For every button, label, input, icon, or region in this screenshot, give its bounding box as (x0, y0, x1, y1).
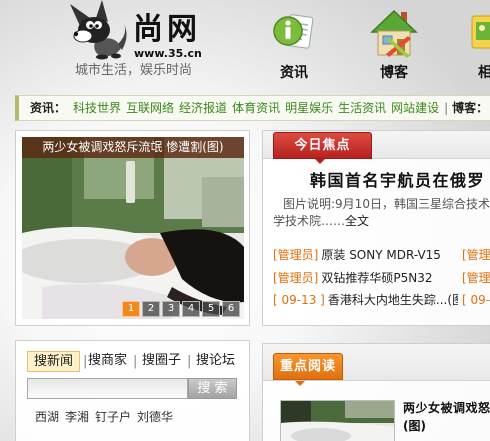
tab-pointer (295, 381, 305, 386)
item-tag[interactable]: [管理员] (273, 248, 318, 262)
list-item[interactable]: [管理员] 原装 SONY MDR-V15 (273, 248, 458, 263)
channel-link-stars[interactable]: 明星娱乐 (285, 96, 333, 120)
reading-thumbnail[interactable] (280, 400, 395, 441)
hot-keywords: 西湖 李湘 钉子户 刘德华 (35, 410, 173, 424)
focus-summary-line: 图片说明:9月10日，韩国三星综合技术 (283, 197, 490, 211)
site-logo-name[interactable]: 尚网 (133, 12, 201, 48)
main-nav-info[interactable]: 资讯 (268, 4, 320, 86)
house-icon (370, 6, 418, 63)
channel-link-internet[interactable]: 互联网络 (126, 96, 174, 120)
slideshow-image[interactable]: 两少女被调戏怒斥流氓 惨遭割(图) 1 2 3 4 5 6 (22, 137, 244, 319)
channel-link-economy[interactable]: 经济报道 (179, 96, 227, 120)
main-nav-album-label: 相 (478, 65, 490, 81)
item-title[interactable]: 原装 SONY MDR-V15 (321, 248, 441, 262)
photo-slideshow: 两少女被调戏怒斥流氓 惨遭割(图) 1 2 3 4 5 6 (15, 130, 250, 326)
site-domain: www.35.cn (134, 47, 202, 60)
item-title[interactable]: 双钻推荐华硕P5N32 (321, 271, 432, 285)
main-nav-blog-label: 博客 (380, 65, 408, 81)
search-tab-separator: | (133, 354, 138, 369)
item-tag[interactable]: [ 09-1 (462, 293, 490, 307)
portal-page: 尚网 www.35.cn 城市生活，娱乐时尚 资讯 博客 相 资讯： 科技世界 … (0, 0, 490, 441)
focus-headline[interactable]: 韩国首名宇航员在俄罗 (310, 171, 490, 191)
slide-page-button[interactable]: 1 (122, 301, 140, 317)
slideshow-caption[interactable]: 两少女被调戏怒斥流氓 惨遭割(图) (22, 137, 244, 158)
hot-keyword[interactable]: 刘德华 (137, 410, 173, 424)
item-tag[interactable]: [管理员] (273, 271, 318, 285)
tab-pointer (315, 159, 325, 164)
slideshow-pager: 1 2 3 4 5 6 (122, 301, 240, 317)
channel-link-life[interactable]: 生活资讯 (338, 96, 386, 120)
item-tag[interactable]: [ 09-13 ] (273, 293, 325, 307)
channel-link-tech[interactable]: 科技世界 (73, 96, 121, 120)
list-item[interactable]: [管理员 (462, 248, 490, 263)
main-nav-blog[interactable]: 博客 (366, 4, 422, 86)
search-tab-merchants[interactable]: 搜商家 (88, 351, 127, 372)
slide-page-button[interactable]: 4 (182, 301, 200, 317)
search-tab-separator: | (187, 354, 192, 369)
read-full-link[interactable]: 全文 (345, 214, 369, 228)
search-tab-circles[interactable]: 搜圈子 (142, 351, 181, 372)
channel-link-sports[interactable]: 体育资讯 (232, 96, 280, 120)
channel-news-label: 资讯： (30, 101, 67, 115)
reading-title[interactable]: (图) (403, 418, 426, 434)
tab-key-reading[interactable]: 重点阅读 (273, 353, 343, 380)
hot-keyword[interactable]: 李湘 (65, 410, 89, 424)
list-item[interactable]: [管理员] 双钻推荐华硕P5N32 (273, 271, 458, 286)
list-item[interactable]: [管理员 (462, 271, 490, 286)
search-tab-separator: | (83, 354, 88, 369)
photo-album-icon (468, 6, 490, 59)
search-button[interactable]: 搜 索 (188, 378, 237, 399)
search-panel: 搜新闻 | 搜商家 | 搜圈子 | 搜论坛 搜 索 西湖 李湘 钉子户 刘德华 (15, 340, 250, 441)
today-focus-panel: 今日焦点 韩国首名宇航员在俄罗 图片说明:9月10日，韩国三星综合技术 学技术院… (262, 130, 490, 326)
item-title[interactable]: 香港科大内地生失踪...(图) (328, 293, 458, 307)
info-document-icon (272, 6, 316, 61)
focus-summary-line: 学技术院……全文 (273, 214, 490, 229)
site-slogan: 城市生活，娱乐时尚 (75, 63, 193, 78)
reading-title[interactable]: 两少女被调戏怒 (403, 400, 490, 416)
wolf-mascot-icon[interactable] (66, 0, 130, 60)
main-nav-info-label: 资讯 (280, 65, 308, 81)
list-item[interactable]: [ 09-1 (462, 293, 490, 308)
main-nav-album[interactable]: 相 (466, 4, 490, 86)
hot-keyword[interactable]: 钉子户 (95, 410, 131, 424)
slide-page-button[interactable]: 2 (142, 301, 160, 317)
channel-blog-label: 博客： (452, 101, 489, 115)
list-item[interactable]: [ 09-13 ] 香港科大内地生失踪...(图) (273, 293, 458, 308)
channel-separator: | (444, 101, 449, 115)
search-tab-news[interactable]: 搜新闻 (27, 351, 80, 372)
hot-keyword[interactable]: 西湖 (35, 410, 59, 424)
item-tag[interactable]: [管理员 (462, 248, 490, 262)
slide-page-button[interactable]: 5 (202, 301, 220, 317)
key-reading-panel: 重点阅读 两少女被调戏怒 (图) (262, 343, 490, 441)
channel-bar: 资讯： 科技世界 互联网络 经济报道 体育资讯 明星娱乐 生活资讯 网站建设 |… (15, 95, 490, 121)
search-tab-forums[interactable]: 搜论坛 (196, 351, 235, 372)
slide-page-button[interactable]: 6 (222, 301, 240, 317)
slide-page-button[interactable]: 3 (162, 301, 180, 317)
item-tag[interactable]: [管理员 (462, 271, 490, 285)
channel-link-webdev[interactable]: 网站建设 (391, 96, 439, 120)
focus-summary-text: 学技术院…… (273, 214, 346, 228)
search-input[interactable] (27, 378, 188, 399)
tab-today-focus[interactable]: 今日焦点 (273, 132, 372, 159)
